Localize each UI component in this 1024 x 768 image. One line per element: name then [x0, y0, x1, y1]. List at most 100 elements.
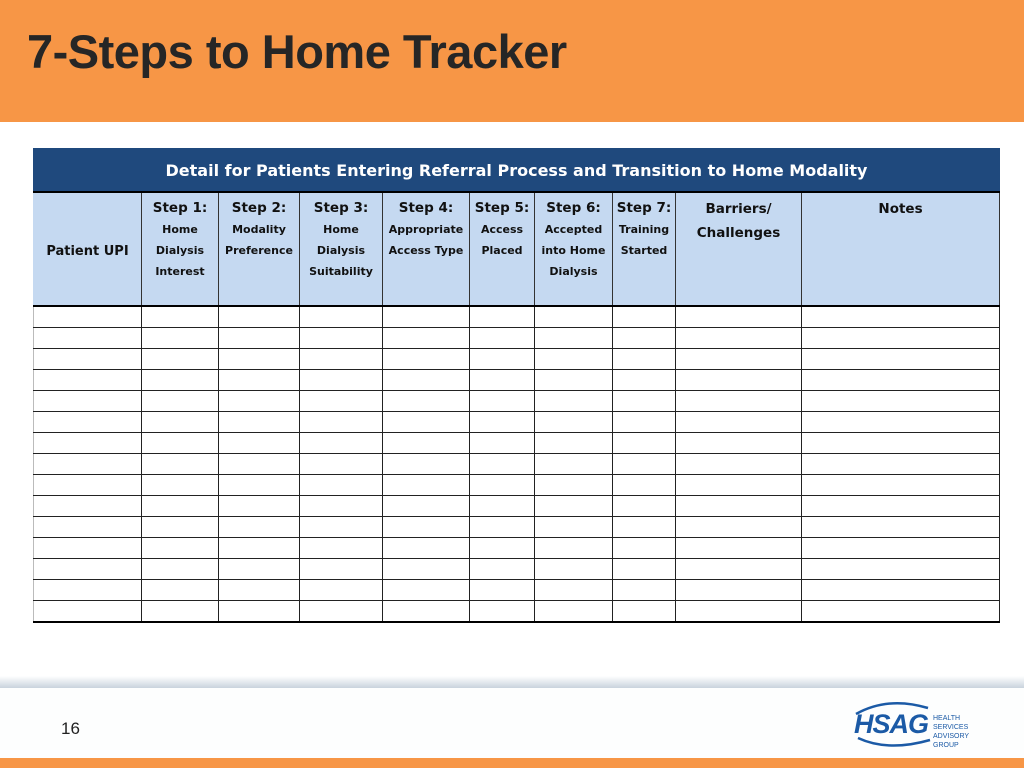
table-cell[interactable]	[141, 432, 219, 454]
table-cell[interactable]	[675, 305, 802, 328]
table-cell[interactable]	[382, 390, 470, 412]
table-cell[interactable]	[299, 579, 383, 601]
table-cell[interactable]	[675, 432, 802, 454]
table-cell[interactable]	[299, 600, 383, 623]
table-cell[interactable]	[534, 558, 613, 580]
table-cell[interactable]	[33, 453, 142, 475]
table-cell[interactable]	[675, 495, 802, 517]
table-cell[interactable]	[299, 495, 383, 517]
table-cell[interactable]	[218, 305, 300, 328]
table-cell[interactable]	[382, 453, 470, 475]
table-cell[interactable]	[469, 558, 535, 580]
table-cell[interactable]	[534, 495, 613, 517]
table-cell[interactable]	[675, 474, 802, 496]
table-cell[interactable]	[612, 305, 676, 328]
table-cell[interactable]	[218, 600, 300, 623]
table-cell[interactable]	[534, 390, 613, 412]
table-cell[interactable]	[675, 516, 802, 538]
table-cell[interactable]	[382, 600, 470, 623]
table-cell[interactable]	[218, 495, 300, 517]
table-cell[interactable]	[299, 327, 383, 349]
table-cell[interactable]	[801, 495, 1000, 517]
table-cell[interactable]	[534, 327, 613, 349]
table-cell[interactable]	[469, 600, 535, 623]
table-cell[interactable]	[612, 474, 676, 496]
table-cell[interactable]	[612, 600, 676, 623]
table-cell[interactable]	[801, 474, 1000, 496]
table-cell[interactable]	[141, 369, 219, 391]
table-cell[interactable]	[612, 432, 676, 454]
table-cell[interactable]	[801, 411, 1000, 433]
table-cell[interactable]	[534, 600, 613, 623]
table-cell[interactable]	[469, 327, 535, 349]
table-cell[interactable]	[612, 348, 676, 370]
table-cell[interactable]	[141, 600, 219, 623]
table-cell[interactable]	[612, 579, 676, 601]
table-cell[interactable]	[141, 537, 219, 559]
table-cell[interactable]	[382, 516, 470, 538]
table-cell[interactable]	[33, 537, 142, 559]
table-cell[interactable]	[299, 305, 383, 328]
table-cell[interactable]	[801, 516, 1000, 538]
table-cell[interactable]	[675, 558, 802, 580]
table-cell[interactable]	[382, 537, 470, 559]
table-cell[interactable]	[534, 348, 613, 370]
table-cell[interactable]	[469, 390, 535, 412]
table-cell[interactable]	[675, 411, 802, 433]
table-cell[interactable]	[382, 579, 470, 601]
table-cell[interactable]	[612, 516, 676, 538]
table-cell[interactable]	[612, 558, 676, 580]
table-cell[interactable]	[801, 432, 1000, 454]
table-cell[interactable]	[33, 474, 142, 496]
table-cell[interactable]	[382, 348, 470, 370]
table-cell[interactable]	[299, 411, 383, 433]
table-cell[interactable]	[469, 369, 535, 391]
table-cell[interactable]	[141, 558, 219, 580]
table-cell[interactable]	[612, 537, 676, 559]
table-cell[interactable]	[675, 579, 802, 601]
table-cell[interactable]	[382, 305, 470, 328]
table-cell[interactable]	[33, 558, 142, 580]
table-cell[interactable]	[801, 579, 1000, 601]
table-cell[interactable]	[801, 558, 1000, 580]
table-cell[interactable]	[33, 600, 142, 623]
table-cell[interactable]	[801, 600, 1000, 623]
table-cell[interactable]	[612, 453, 676, 475]
table-cell[interactable]	[218, 516, 300, 538]
table-cell[interactable]	[141, 453, 219, 475]
table-cell[interactable]	[534, 305, 613, 328]
table-cell[interactable]	[469, 537, 535, 559]
table-cell[interactable]	[382, 369, 470, 391]
table-cell[interactable]	[612, 390, 676, 412]
table-cell[interactable]	[382, 327, 470, 349]
table-cell[interactable]	[675, 327, 802, 349]
table-cell[interactable]	[33, 348, 142, 370]
table-cell[interactable]	[299, 474, 383, 496]
table-cell[interactable]	[218, 348, 300, 370]
table-cell[interactable]	[801, 537, 1000, 559]
table-cell[interactable]	[382, 558, 470, 580]
table-cell[interactable]	[299, 432, 383, 454]
table-cell[interactable]	[675, 348, 802, 370]
table-cell[interactable]	[382, 432, 470, 454]
table-cell[interactable]	[469, 411, 535, 433]
table-cell[interactable]	[382, 411, 470, 433]
table-cell[interactable]	[299, 453, 383, 475]
table-cell[interactable]	[218, 411, 300, 433]
table-cell[interactable]	[801, 348, 1000, 370]
table-cell[interactable]	[141, 348, 219, 370]
table-cell[interactable]	[141, 390, 219, 412]
table-cell[interactable]	[299, 369, 383, 391]
table-cell[interactable]	[33, 411, 142, 433]
table-cell[interactable]	[801, 327, 1000, 349]
table-cell[interactable]	[141, 579, 219, 601]
table-cell[interactable]	[33, 432, 142, 454]
table-cell[interactable]	[218, 537, 300, 559]
table-cell[interactable]	[801, 453, 1000, 475]
table-cell[interactable]	[534, 411, 613, 433]
table-cell[interactable]	[612, 369, 676, 391]
table-cell[interactable]	[675, 600, 802, 623]
table-cell[interactable]	[382, 474, 470, 496]
table-cell[interactable]	[299, 390, 383, 412]
table-cell[interactable]	[218, 327, 300, 349]
